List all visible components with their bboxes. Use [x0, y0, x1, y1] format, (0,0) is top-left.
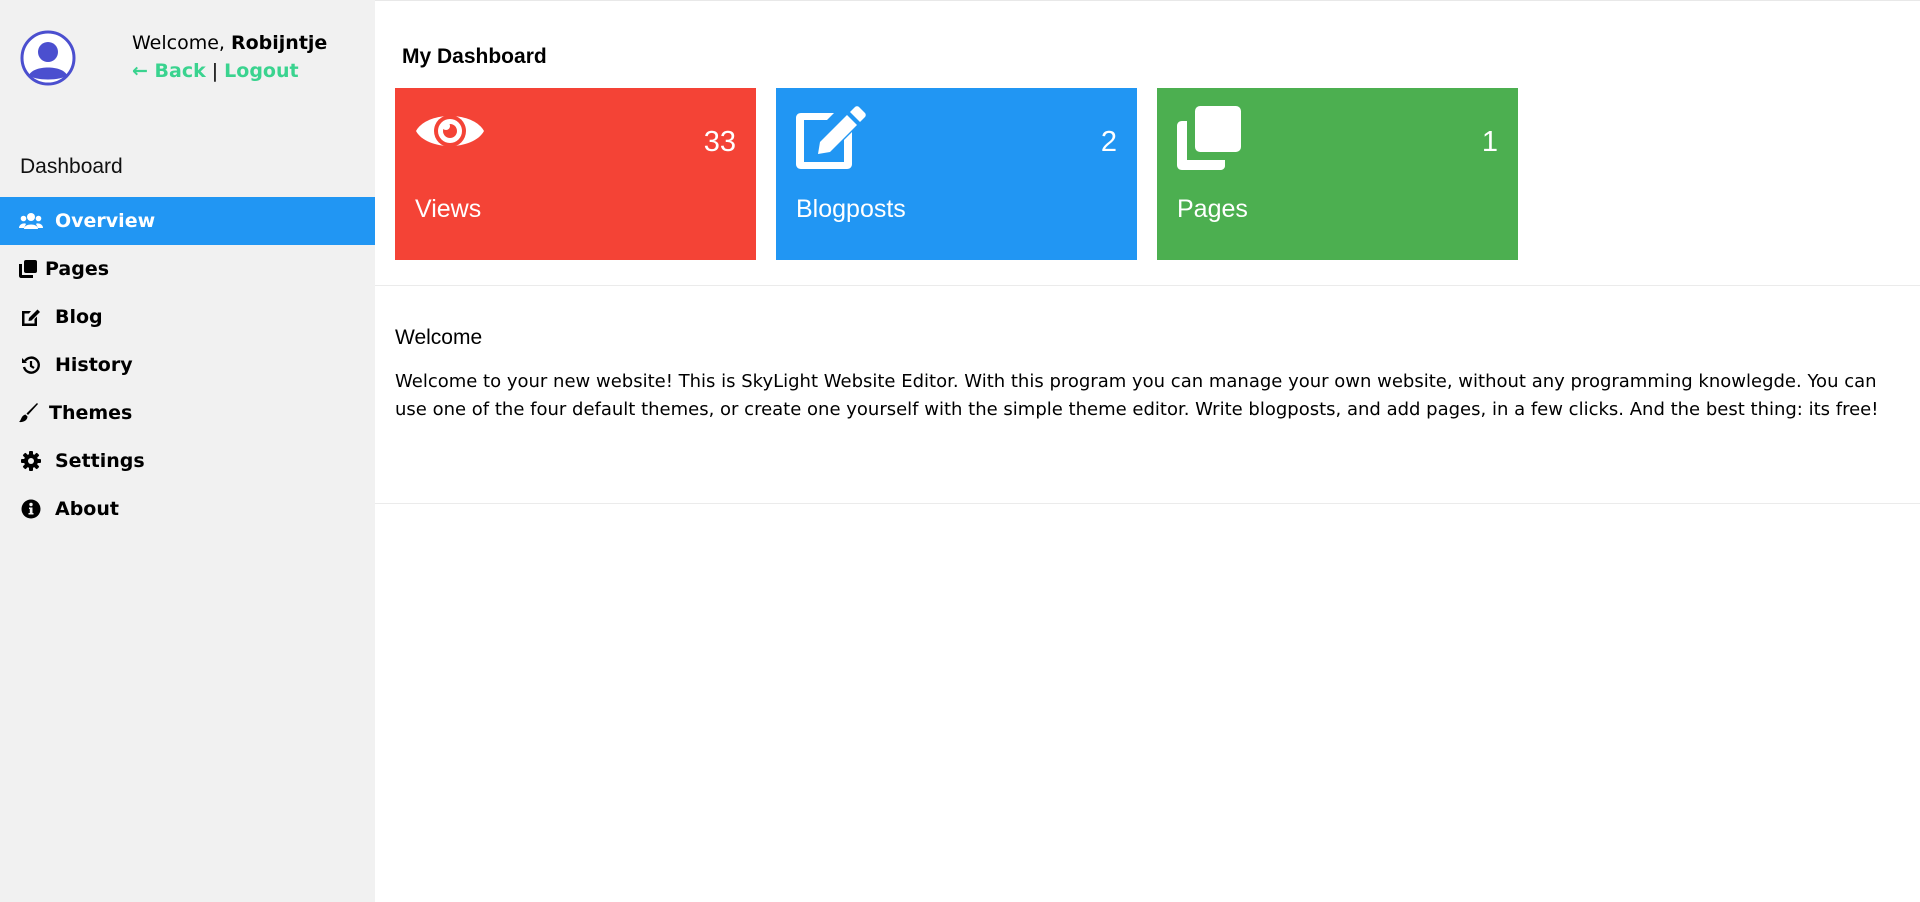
copy-icon	[19, 259, 37, 279]
sidebar-item-settings[interactable]: Settings	[0, 437, 375, 485]
welcome-heading: Welcome	[395, 326, 483, 349]
sidebar-heading: Dashboard	[20, 155, 123, 178]
user-name: Robijntje	[231, 32, 328, 54]
logout-link[interactable]: Logout	[224, 60, 298, 82]
sidebar-item-label: About	[55, 498, 119, 520]
stat-cards: 33 Views 2 Blogposts 1 Pages	[395, 88, 1518, 260]
blogposts-label: Blogposts	[796, 195, 906, 223]
pages-label: Pages	[1177, 195, 1248, 223]
brush-icon	[19, 403, 39, 423]
history-icon	[19, 355, 43, 375]
welcome-prefix: Welcome,	[132, 32, 225, 54]
sidebar: Welcome, Robijntje ← Back | Logout Dashboa…	[0, 0, 375, 902]
sidebar-item-label: Settings	[55, 450, 145, 472]
page-title: My Dashboard	[402, 45, 547, 68]
welcome-section: Welcome Welcome to your new website! Thi…	[395, 326, 1900, 424]
welcome-user: Welcome, Robijntje	[132, 32, 327, 54]
section-divider	[375, 503, 1920, 504]
pages-card[interactable]: 1 Pages	[1157, 88, 1518, 260]
views-count: 33	[703, 126, 736, 158]
sidebar-item-label: Themes	[49, 402, 133, 424]
sidebar-item-history[interactable]: History	[0, 341, 375, 389]
blogposts-count: 2	[1100, 126, 1117, 158]
sidebar-item-themes[interactable]: Themes	[0, 389, 375, 437]
link-separator: |	[211, 60, 219, 82]
user-block: Welcome, Robijntje ← Back | Logout	[20, 28, 360, 98]
sidebar-nav: Overview Pages Blog History Themes Setti…	[0, 197, 375, 533]
edit-icon	[796, 106, 866, 174]
sidebar-item-label: Overview	[55, 210, 156, 232]
views-card[interactable]: 33 Views	[395, 88, 756, 260]
info-icon	[19, 499, 43, 519]
welcome-text: Welcome to your new website! This is Sky…	[395, 371, 1879, 420]
sidebar-item-about[interactable]: About	[0, 485, 375, 533]
users-icon	[19, 211, 43, 231]
blogposts-card[interactable]: 2 Blogposts	[776, 88, 1137, 260]
back-link[interactable]: ← Back	[132, 60, 206, 82]
edit-icon	[19, 307, 43, 327]
views-label: Views	[415, 195, 482, 223]
sidebar-item-overview[interactable]: Overview	[0, 197, 375, 245]
eye-icon	[415, 106, 485, 160]
pages-count: 1	[1481, 126, 1498, 158]
sidebar-item-blog[interactable]: Blog	[0, 293, 375, 341]
sidebar-item-label: Pages	[45, 258, 110, 280]
sidebar-item-label: History	[55, 354, 133, 376]
section-divider	[375, 285, 1920, 286]
user-links: ← Back | Logout	[132, 60, 299, 82]
copy-icon	[1177, 106, 1241, 174]
avatar-icon	[20, 30, 76, 86]
sidebar-item-label: Blog	[55, 306, 103, 328]
gear-icon	[19, 451, 43, 471]
sidebar-item-pages[interactable]: Pages	[0, 245, 375, 293]
main-content: My Dashboard 33 Views 2 Blogposts 1 Page…	[375, 0, 1920, 902]
